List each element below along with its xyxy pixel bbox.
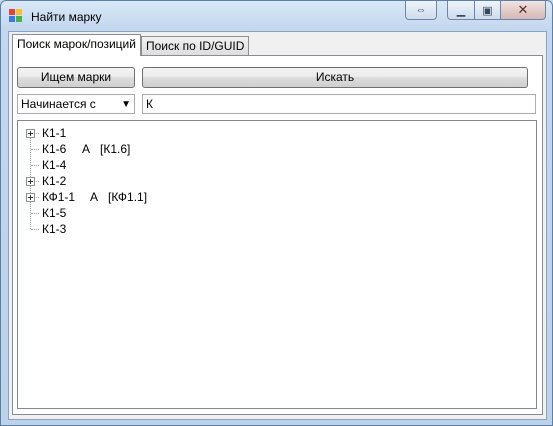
tree-node-label: К1-2 xyxy=(42,174,67,188)
resize-arrows-button[interactable]: ⇔ xyxy=(405,1,437,20)
tree-node-detail: А [КФ1.1] xyxy=(90,190,148,204)
dropdown-arrow-icon[interactable]: ▼ xyxy=(121,96,131,114)
maximize-icon: ▣ xyxy=(482,4,493,17)
tree-node-label: К1-3 xyxy=(42,222,67,236)
window-title: Найти марку xyxy=(31,10,102,24)
client-area: Поиск марок/позиций Поиск по ID/GUID Ище… xyxy=(8,31,547,420)
tree-node[interactable]: К1-2 xyxy=(18,173,518,189)
tree-node[interactable]: К1-3 xyxy=(18,221,518,237)
tree-node-label: К1-5 xyxy=(42,206,67,220)
close-button[interactable]: ✕ xyxy=(501,1,546,20)
tree-branch-line xyxy=(31,213,39,214)
tab-panel: Ищем марки Искать Начинается с ▼ К К1-1 К… xyxy=(12,55,543,415)
find-mark-window: Найти марку ⇔ ▁ ▣ ✕ Поиск марок/позиций … xyxy=(0,0,553,426)
title-bar[interactable]: Найти марку ⇔ ▁ ▣ ✕ xyxy=(1,1,552,31)
tree-node-label: К1-6 xyxy=(42,142,67,156)
tree-node[interactable]: КФ1-1 А [КФ1.1] xyxy=(18,189,518,205)
close-icon: ✕ xyxy=(517,2,529,17)
tab-search-by-id[interactable]: Поиск по ID/GUID xyxy=(141,36,250,56)
minimize-button[interactable]: ▁ xyxy=(447,1,475,20)
tree-node[interactable]: К1-5 xyxy=(18,205,518,221)
app-icon xyxy=(9,9,22,22)
window-controls: ⇔ ▁ ▣ ✕ xyxy=(405,1,546,21)
expand-plus-icon[interactable] xyxy=(26,129,35,138)
tree-node[interactable]: К1-1 xyxy=(18,125,518,141)
expand-plus-icon[interactable] xyxy=(26,193,35,202)
left-right-arrows-icon: ⇔ xyxy=(415,4,427,16)
search-input[interactable]: К xyxy=(142,94,536,114)
expand-plus-icon[interactable] xyxy=(26,177,35,186)
tree-branch-line xyxy=(31,149,39,150)
minimize-icon: ▁ xyxy=(456,4,466,17)
match-mode-select[interactable]: Начинается с ▼ xyxy=(17,94,135,114)
tree-branch-line xyxy=(31,165,39,166)
match-mode-value: Начинается с xyxy=(21,97,96,111)
maximize-button[interactable]: ▣ xyxy=(475,1,501,20)
tree-node-label: КФ1-1 xyxy=(42,190,76,204)
tab-search-marks[interactable]: Поиск марок/позиций xyxy=(12,34,141,56)
search-button[interactable]: Искать xyxy=(142,67,528,88)
tree-branch-line xyxy=(31,229,39,230)
tree-node[interactable]: К1-4 xyxy=(18,157,518,173)
tree-node-detail: А [К1.6] xyxy=(82,142,131,156)
tree-node-label: К1-4 xyxy=(42,158,67,172)
tree-node-label: К1-1 xyxy=(42,126,67,140)
marks-tree[interactable]: К1-1 К1-6 А [К1.6] К1-4 К1-2 КФ1-1 А [КФ1.1] К1… xyxy=(17,120,537,409)
find-marks-button[interactable]: Ищем марки xyxy=(17,67,135,88)
tree-node[interactable]: К1-6 А [К1.6] xyxy=(18,141,518,157)
